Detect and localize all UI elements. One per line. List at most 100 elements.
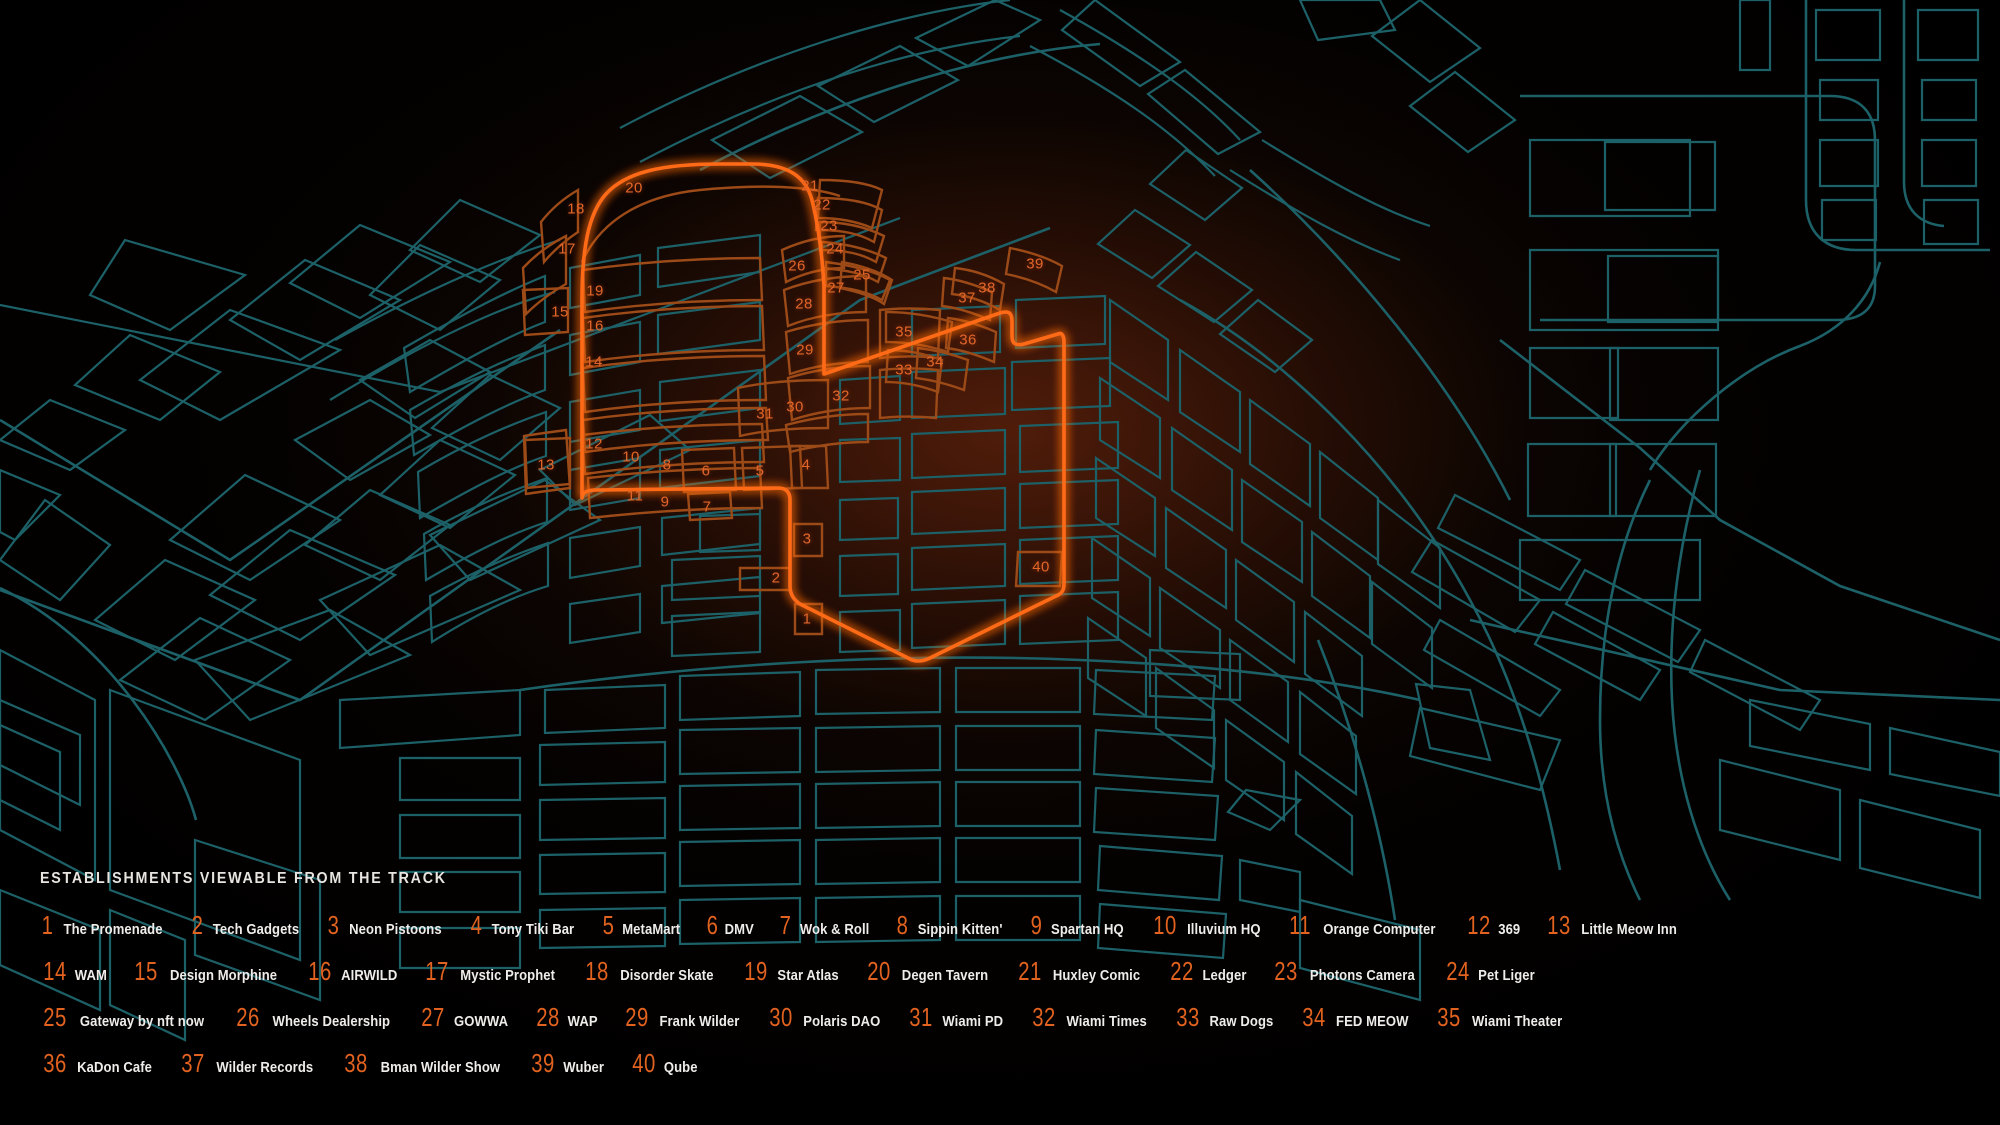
legend-item-19[interactable]: 19 Star Atlas: [741, 958, 842, 984]
legend-item-number: 14: [43, 956, 67, 986]
legend-item-34[interactable]: 34 FED MEOW: [1299, 1004, 1412, 1030]
legend-item-12[interactable]: 12 369: [1464, 912, 1521, 938]
legend-item-32[interactable]: 32 Wiami Times: [1029, 1004, 1151, 1030]
map-marker-25[interactable]: 25: [853, 267, 871, 284]
legend-item-23[interactable]: 23 Photons Camera: [1271, 958, 1421, 984]
map-marker-20[interactable]: 20: [625, 180, 643, 197]
legend-item-26[interactable]: 26 Wheels Dealership: [233, 1004, 397, 1030]
legend-item-1[interactable]: 1 The Promenade: [40, 912, 168, 938]
map-marker-12[interactable]: 12: [585, 436, 603, 453]
legend-item-number: 6: [706, 910, 719, 940]
legend-item-27[interactable]: 27 GOWWA: [418, 1004, 511, 1030]
legend-item-35[interactable]: 35 Wiami Theater: [1434, 1004, 1567, 1030]
map-marker-11[interactable]: 11: [627, 488, 643, 505]
map-marker-40[interactable]: 40: [1032, 559, 1050, 576]
legend-item-6[interactable]: 6 DMV: [705, 912, 756, 938]
legend-item-7[interactable]: 7 Wok & Roll: [778, 912, 873, 938]
map-marker-31[interactable]: 31: [756, 406, 774, 423]
legend-item-31[interactable]: 31 Wiami PD: [906, 1004, 1006, 1030]
map-marker-38[interactable]: 38: [978, 280, 996, 297]
map-marker-18[interactable]: 18: [567, 201, 585, 218]
map-marker-9[interactable]: 9: [661, 494, 670, 511]
legend-item-label: MetaMart: [621, 922, 680, 938]
legend-item-number: 15: [133, 956, 158, 986]
legend-item-21[interactable]: 21 Huxley Comic: [1015, 958, 1145, 984]
map-marker-32[interactable]: 32: [832, 388, 850, 405]
map-marker-15[interactable]: 15: [551, 304, 569, 321]
legend-item-5[interactable]: 5 MetaMart: [601, 912, 683, 938]
map-marker-19[interactable]: 19: [586, 283, 604, 300]
map-marker-26[interactable]: 26: [788, 258, 806, 275]
legend-item-25[interactable]: 25 Gateway by nft now: [40, 1004, 211, 1030]
legend-item-37[interactable]: 37 Wilder Records: [178, 1050, 319, 1076]
map-marker-2[interactable]: 2: [772, 570, 781, 587]
map-marker-10[interactable]: 10: [622, 449, 640, 466]
legend-item-number: 29: [625, 1002, 649, 1032]
map-marker-24[interactable]: 24: [826, 241, 844, 258]
map-marker-35[interactable]: 35: [895, 324, 913, 341]
legend-item-15[interactable]: 15 Design Morphine: [131, 958, 283, 984]
map-marker-5[interactable]: 5: [756, 463, 765, 480]
legend-item-24[interactable]: 24 Pet Liger: [1443, 958, 1539, 984]
map-marker-3[interactable]: 3: [803, 531, 812, 548]
legend-item-4[interactable]: 4 Tony Tiki Bar: [469, 912, 579, 938]
legend-item-label: Neon Pistoons: [349, 922, 442, 938]
map-marker-17[interactable]: 17: [558, 241, 576, 258]
map-marker-6[interactable]: 6: [702, 463, 711, 480]
legend-item-number: 26: [236, 1002, 260, 1032]
legend-item-33[interactable]: 33 Raw Dogs: [1173, 1004, 1277, 1030]
map-marker-39[interactable]: 39: [1026, 256, 1044, 273]
legend-item-label: Wiami Theater: [1472, 1014, 1563, 1030]
map-marker-4[interactable]: 4: [802, 457, 811, 474]
legend-item-13[interactable]: 13 Little Meow Inn: [1544, 912, 1683, 938]
legend-item-10[interactable]: 10 Illuvium HQ: [1150, 912, 1265, 938]
legend-item-16[interactable]: 16 AIRWILD: [305, 958, 400, 984]
legend-item-label: Qube: [663, 1060, 698, 1076]
map-marker-36[interactable]: 36: [959, 332, 977, 349]
legend-item-label: KaDon Cafe: [77, 1060, 152, 1076]
map-marker-33[interactable]: 33: [895, 362, 913, 379]
map-marker-21[interactable]: 21: [801, 178, 819, 195]
legend-item-36[interactable]: 36 KaDon Cafe: [40, 1050, 156, 1076]
legend-item-number: 4: [470, 910, 483, 940]
legend-item-22[interactable]: 22 Ledger: [1167, 958, 1249, 984]
legend-item-40[interactable]: 40 Qube: [629, 1050, 699, 1076]
map-marker-29[interactable]: 29: [796, 342, 814, 359]
map-marker-34[interactable]: 34: [926, 354, 944, 371]
legend-item-20[interactable]: 20 Degen Tavern: [864, 958, 993, 984]
legend-item-number: 3: [327, 910, 340, 940]
legend-item-3[interactable]: 3 Neon Pistoons: [326, 912, 447, 938]
legend-item-18[interactable]: 18 Disorder Skate: [582, 958, 719, 984]
legend-item-label: 369: [1498, 922, 1521, 938]
legend-item-39[interactable]: 39 Wuber: [528, 1050, 606, 1076]
map-marker-13[interactable]: 13: [537, 457, 555, 474]
map-marker-27[interactable]: 27: [827, 280, 845, 297]
map-marker-22[interactable]: 22: [813, 197, 831, 214]
map-marker-16[interactable]: 16: [586, 318, 604, 335]
legend-item-number: 40: [631, 1048, 656, 1078]
legend-item-number: 34: [1302, 1002, 1326, 1032]
legend-item-14[interactable]: 14 WAM: [40, 958, 109, 984]
map-marker-7[interactable]: 7: [703, 499, 712, 516]
map-marker-23[interactable]: 23: [820, 218, 838, 235]
legend-item-number: 8: [896, 910, 909, 940]
map-marker-37[interactable]: 37: [958, 290, 976, 307]
legend-row: 14 WAM 15 Design Morphine 16 AIRWILD 17 Mystic …: [40, 958, 1960, 984]
map-marker-30[interactable]: 30: [786, 399, 804, 416]
legend-item-17[interactable]: 17 Mystic Prophet: [422, 958, 560, 984]
legend-item-11[interactable]: 11 Orange Computer: [1286, 912, 1442, 938]
legend-item-9[interactable]: 9 Spartan HQ: [1029, 912, 1128, 938]
legend-item-2[interactable]: 2 Tech Gadgets: [190, 912, 304, 938]
map-marker-28[interactable]: 28: [795, 296, 813, 313]
legend-item-number: 17: [425, 956, 449, 986]
legend-item-38[interactable]: 38 Bman Wilder Show: [341, 1050, 507, 1076]
map-marker-14[interactable]: 14: [585, 354, 603, 371]
map-marker-1[interactable]: 1: [803, 611, 812, 628]
legend-item-28[interactable]: 28 WAP: [533, 1004, 599, 1030]
legend-item-number: 36: [43, 1048, 67, 1078]
legend-item-29[interactable]: 29 Frank Wilder: [622, 1004, 744, 1030]
legend-item-8[interactable]: 8 Sippin Kitten': [895, 912, 1007, 938]
legend-item-label: Wiami PD: [942, 1014, 1004, 1030]
legend-item-30[interactable]: 30 Polaris DAO: [766, 1004, 885, 1030]
map-marker-8[interactable]: 8: [663, 457, 672, 474]
